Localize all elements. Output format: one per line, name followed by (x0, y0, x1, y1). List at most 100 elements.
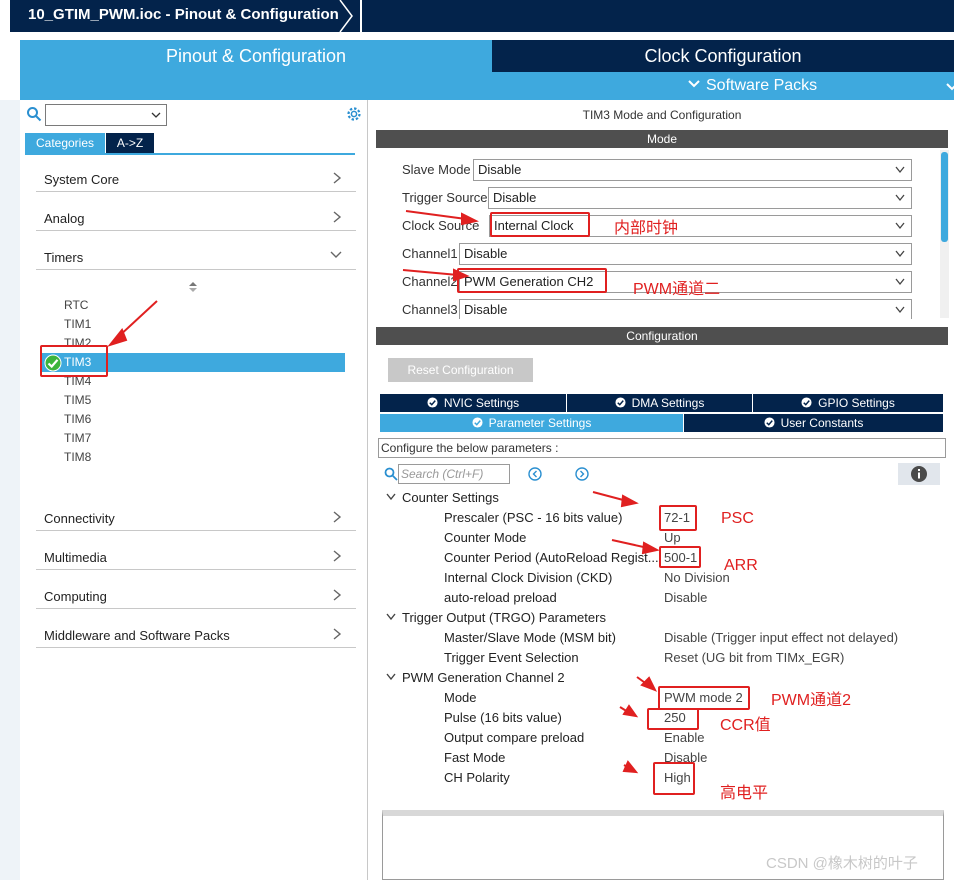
timer-item-tim1[interactable]: TIM1 (64, 315, 91, 334)
tab-dma-settings[interactable]: DMA Settings (567, 394, 752, 412)
mode-section-header: Mode (376, 130, 948, 148)
chevron-right-icon (333, 511, 342, 523)
group-label: Counter Settings (402, 490, 499, 505)
tab-gpio-settings[interactable]: GPIO Settings (753, 394, 943, 412)
group-trigger-output[interactable]: Trigger Output (TRGO) Parameters (386, 608, 606, 628)
highlight-clock-source (490, 212, 590, 237)
left-margin (0, 100, 20, 880)
category-label: Middleware and Software Packs (44, 628, 230, 643)
panel-title: TIM3 Mode and Configuration (582, 108, 742, 122)
info-button[interactable] (898, 463, 940, 485)
group-pwm-generation-channel-2[interactable]: PWM Generation Channel 2 (386, 668, 565, 688)
mode-scrollbar-thumb[interactable] (941, 152, 948, 242)
select-value: Disable (493, 190, 537, 205)
trigger-source-label: Trigger Source (402, 190, 488, 205)
param-value-trigger-event[interactable]: Reset (UG bit from TIMx_EGR) (664, 648, 844, 668)
channel3-select[interactable]: Disable (459, 299, 912, 319)
software-packs-label: Software Packs (706, 77, 818, 94)
timer-item-tim8[interactable]: TIM8 (64, 448, 91, 467)
chevron-down-icon (386, 673, 396, 681)
highlight-pulse (647, 708, 699, 730)
select-value: Disable (464, 302, 508, 317)
category-multimedia[interactable]: Multimedia (36, 531, 356, 570)
window-title[interactable]: 10_GTIM_PWM.ioc - Pinout & Configuration (10, 0, 360, 32)
category-label: Timers (44, 250, 84, 265)
category-computing[interactable]: Computing (36, 570, 356, 609)
sort-icon[interactable] (188, 281, 198, 293)
annotation-pwm-mode: PWM通道2 (771, 692, 852, 709)
tab-label: NVIC Settings (443, 396, 520, 410)
tab-label: Parameter Settings (488, 416, 592, 430)
chevron-down-icon (895, 250, 905, 258)
tab-label: User Constants (780, 416, 864, 430)
tab-parameter-settings[interactable]: Parameter Settings (380, 414, 683, 432)
trigger-source-select[interactable]: Disable (488, 187, 912, 209)
title-bar-fill (362, 0, 954, 32)
annotation-clock-source: 内部时钟 (614, 220, 679, 237)
slave-mode-select[interactable]: Disable (473, 159, 912, 181)
chevron-right-icon (333, 589, 342, 601)
chevron-right-icon (333, 172, 342, 184)
channel3-label: Channel3 (402, 302, 458, 317)
tab-categories[interactable]: Categories (25, 133, 105, 153)
annotation-polarity: 高电平 (720, 785, 769, 802)
tab-pinout-configuration[interactable]: Pinout & Configuration (20, 40, 492, 72)
timer-item-tim5[interactable]: TIM5 (64, 391, 91, 410)
category-middleware-and-software-packs[interactable]: Middleware and Software Packs (36, 609, 356, 648)
category-timers[interactable]: Timers (36, 231, 356, 270)
tab-label: DMA Settings (631, 396, 705, 410)
category-label: Analog (44, 211, 85, 226)
search-input[interactable] (45, 104, 167, 126)
channel1-select[interactable]: Disable (459, 243, 912, 265)
category-analog[interactable]: Analog (36, 192, 356, 231)
tab-clock-configuration[interactable]: Clock Configuration (492, 40, 954, 72)
param-name: Counter Period (AutoReload Regist... (444, 550, 659, 565)
param-value-clock-division[interactable]: No Division (664, 568, 730, 588)
param-name: Internal Clock Division (CKD) (444, 570, 613, 585)
param-value-output-compare-preload[interactable]: Enable (664, 728, 704, 748)
timer-item-tim7[interactable]: TIM7 (64, 429, 91, 448)
param-value-auto-reload-preload[interactable]: Disable (664, 588, 707, 608)
chevron-down-icon (946, 83, 954, 91)
chevron-down-icon (895, 166, 905, 174)
main-tabs: Pinout & Configuration Clock Configurati… (20, 40, 954, 100)
category-label: Multimedia (44, 550, 107, 565)
reset-configuration-button[interactable]: Reset Configuration (388, 358, 533, 382)
tab-a-z[interactable]: A->Z (106, 133, 154, 153)
tab-user-constants[interactable]: User Constants (684, 414, 943, 432)
chevron-down-icon (330, 251, 342, 258)
chevron-right-icon (333, 550, 342, 562)
chevron-down-icon (151, 112, 161, 118)
chevron-down-icon (895, 278, 905, 286)
tab-nvic-settings[interactable]: NVIC Settings (380, 394, 566, 412)
category-system-core[interactable]: System Core (36, 153, 356, 192)
group-label: PWM Generation Channel 2 (402, 670, 565, 685)
chevron-down-icon (895, 194, 905, 202)
software-packs-menu[interactable]: Software Packs (688, 75, 954, 97)
timer-item-tim6[interactable]: TIM6 (64, 410, 91, 429)
check-circle-icon (764, 417, 775, 428)
timer-item-rtc[interactable]: RTC (64, 296, 88, 315)
param-value-master-slave-mode[interactable]: Disable (Trigger input effect not delaye… (664, 628, 898, 648)
next-match-icon[interactable] (575, 467, 589, 481)
param-name: Master/Slave Mode (MSM bit) (444, 630, 616, 645)
clock-source-label: Clock Source (402, 218, 480, 233)
param-name: Output compare preload (444, 730, 585, 745)
category-label: System Core (44, 172, 120, 187)
chevron-down-icon (895, 222, 905, 230)
param-value-counter-mode[interactable]: Up (664, 528, 681, 548)
param-name: Prescaler (PSC - 16 bits value) (444, 510, 623, 525)
channel2-label: Channel2 (402, 274, 458, 289)
chevron-down-icon (386, 493, 396, 501)
group-counter-settings[interactable]: Counter Settings (386, 488, 499, 508)
category-connectivity[interactable]: Connectivity (36, 492, 356, 531)
channel1-label: Channel1 (402, 246, 458, 261)
gear-icon[interactable] (345, 105, 363, 123)
param-name: Fast Mode (444, 750, 506, 765)
chevron-down-icon (386, 613, 396, 621)
select-value: Disable (478, 162, 522, 177)
previous-match-icon[interactable] (528, 467, 542, 481)
parameter-search-input[interactable]: Search (Ctrl+F) (398, 464, 510, 484)
chevron-right-icon (333, 211, 342, 223)
chevron-down-icon (895, 306, 905, 314)
